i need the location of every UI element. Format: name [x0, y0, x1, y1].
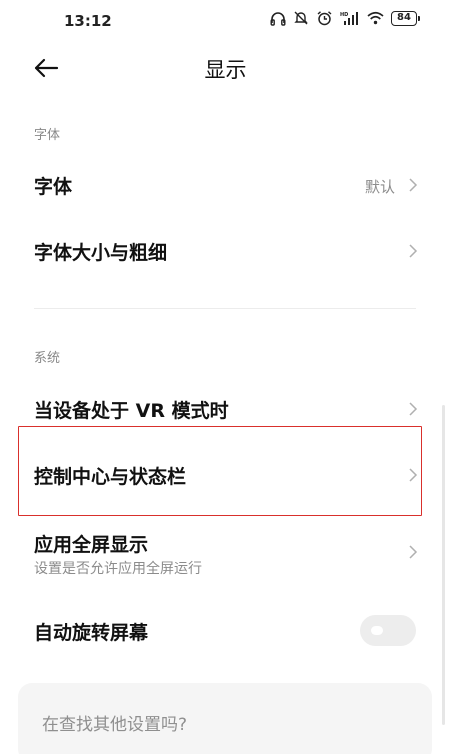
row-title: 应用全屏显示	[34, 534, 149, 556]
chevron-right-icon	[409, 178, 418, 192]
chevron-right-icon	[409, 402, 418, 416]
section-label-font: 字体	[34, 128, 61, 143]
row-title: 字体大小与粗细	[34, 242, 168, 264]
chevron-right-icon	[409, 545, 418, 559]
vr-mode-row[interactable]: 当设备处于 VR 模式时	[0, 382, 451, 436]
section-divider	[34, 308, 416, 309]
header: 显示	[0, 44, 451, 92]
page-title: 显示	[204, 58, 247, 82]
chevron-right-icon	[409, 244, 418, 258]
battery-icon: 84	[391, 10, 420, 26]
row-title: 自动旋转屏幕	[34, 622, 149, 644]
font-size-weight-row[interactable]: 字体大小与粗细	[0, 224, 451, 278]
control-center-status-bar-row[interactable]: 控制中心与状态栏	[0, 448, 451, 502]
hd-signal-icon: HD	[340, 11, 358, 25]
alarm-icon	[317, 11, 332, 26]
row-value: 默认	[364, 178, 395, 196]
toggle-knob	[371, 626, 383, 635]
wifi-icon	[367, 11, 384, 25]
status-time: 13:12	[64, 12, 112, 30]
row-subtitle: 设置是否允许应用全屏运行	[34, 561, 202, 577]
section-label-system: 系统	[34, 351, 61, 366]
svg-text:HD: HD	[340, 12, 348, 18]
app-fullscreen-row[interactable]: 应用全屏显示 设置是否允许应用全屏运行	[0, 526, 451, 586]
search-card-text: 在查找其他设置吗?	[42, 715, 188, 735]
font-row[interactable]: 字体 默认	[0, 158, 451, 212]
auto-rotate-toggle[interactable]	[360, 615, 416, 646]
row-title: 当设备处于 VR 模式时	[34, 400, 229, 422]
mute-bell-icon	[294, 11, 308, 25]
status-icons: HD 84	[270, 10, 420, 26]
row-title: 控制中心与状态栏	[34, 466, 187, 488]
chevron-right-icon	[409, 468, 418, 482]
scrollbar[interactable]	[442, 405, 445, 725]
headphones-icon	[270, 11, 286, 26]
row-title: 字体	[34, 176, 73, 198]
search-other-settings-card[interactable]: 在查找其他设置吗?	[18, 683, 432, 754]
status-bar: 13:12 HD 84	[0, 0, 451, 44]
